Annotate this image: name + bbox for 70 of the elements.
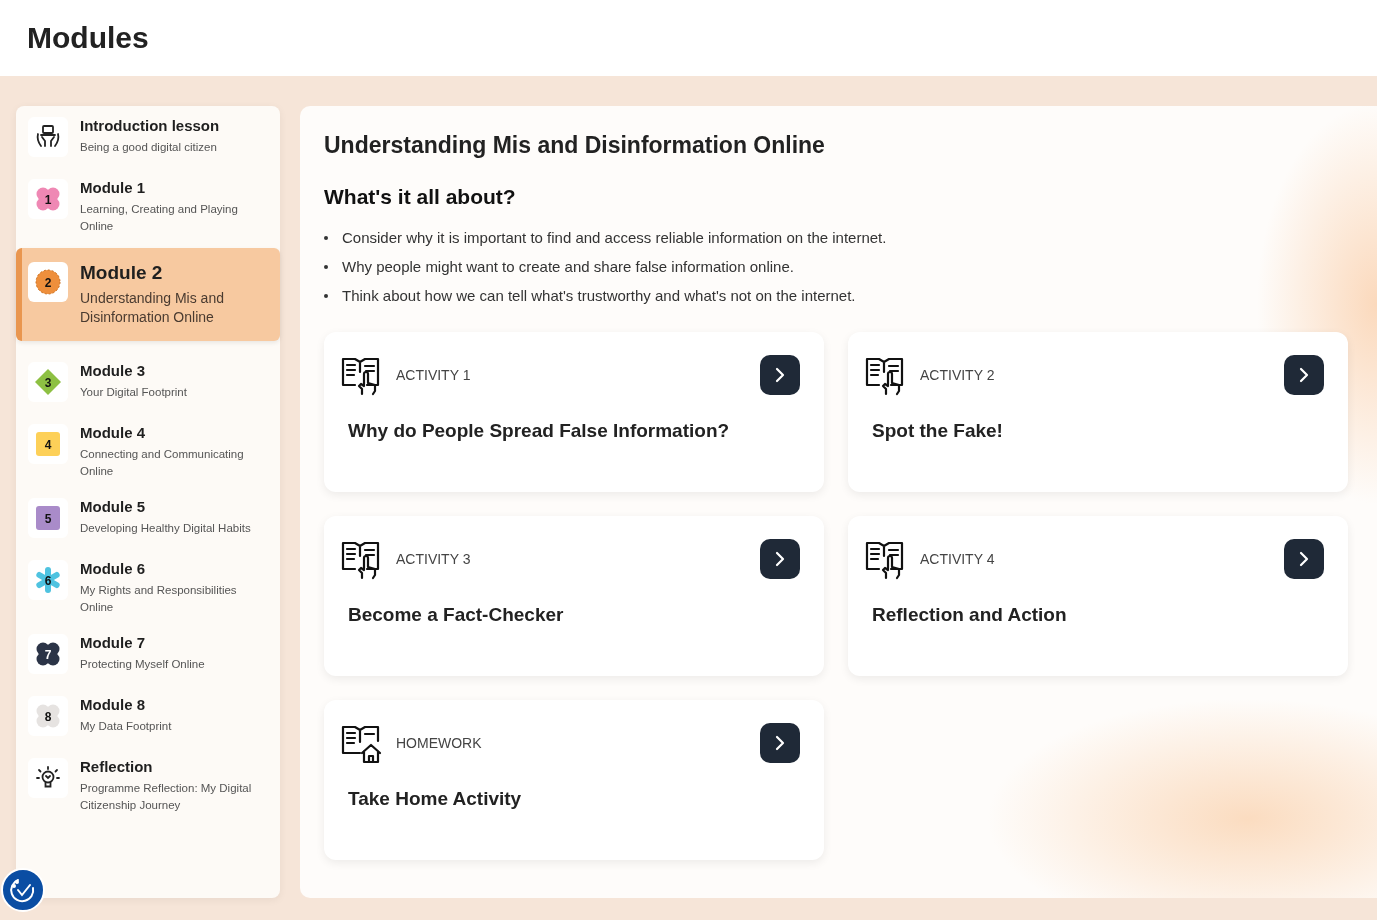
activity-label: ACTIVITY 2 xyxy=(920,367,996,383)
activity-label: HOMEWORK xyxy=(396,735,483,751)
activity-title: Become a Fact-Checker xyxy=(348,604,565,626)
bullet-icon xyxy=(324,235,328,240)
number-badge: 3 xyxy=(34,368,62,396)
activity-title: Reflection and Action xyxy=(872,604,1068,626)
module-subtitle: Programme Reflection: My Digital Citizenship Journey xyxy=(80,781,253,813)
chevron-right-icon xyxy=(774,735,786,751)
number-badge: 5 xyxy=(34,504,62,532)
activity-label: ACTIVITY 1 xyxy=(396,367,472,383)
activity-title: Why do People Spread False Information? xyxy=(348,420,731,442)
activity-title: Take Home Activity xyxy=(348,788,523,810)
activity-card[interactable]: HOMEWORK Take Home Activity xyxy=(324,700,824,860)
module-item[interactable]: 8 Module 8 My Data Footprint xyxy=(16,689,280,747)
bullet-text: Consider why it is important to find and access reliable information on the internet. xyxy=(342,229,887,246)
next-button[interactable] xyxy=(760,539,800,579)
module-title: Module 4 xyxy=(80,424,146,441)
next-button[interactable] xyxy=(1284,355,1324,395)
chevron-right-icon xyxy=(1298,367,1310,383)
next-button[interactable] xyxy=(760,355,800,395)
page-title: Modules xyxy=(27,21,149,55)
module-item[interactable]: Reflection Programme Reflection: My Digital Citizenship Journey xyxy=(16,751,280,821)
bullet-text: Why people might want to create and share false information online. xyxy=(342,258,794,275)
activity-label: ACTIVITY 4 xyxy=(920,551,996,567)
module-item[interactable]: 5 Module 5 Developing Healthy Digital Habits xyxy=(16,491,280,549)
activity-label: ACTIVITY 3 xyxy=(396,551,472,567)
activity-card[interactable]: ACTIVITY 1 Why do People Spread False Information? xyxy=(324,332,824,492)
module-subtitle: Protecting Myself Online xyxy=(80,657,205,672)
module-subtitle: Learning, Creating and Playing Online xyxy=(80,202,239,234)
bullet-text: Think about how we can tell what's trustworthy and what's not on the internet. xyxy=(342,287,856,304)
chevron-right-icon xyxy=(774,367,786,383)
activity-card[interactable]: ACTIVITY 2 Spot the Fake! xyxy=(848,332,1348,492)
module-item[interactable]: 2 Module 2 Understanding Mis and Disinformation Online xyxy=(16,248,280,341)
module-subtitle: Connecting and Communicating Online xyxy=(80,447,245,479)
next-button[interactable] xyxy=(760,723,800,763)
module-title: Reflection xyxy=(80,758,154,775)
module-item[interactable]: 7 Module 7 Protecting Myself Online xyxy=(16,627,280,685)
module-title: Module 1 xyxy=(80,179,146,196)
module-title: Module 8 xyxy=(80,696,146,713)
chevron-right-icon xyxy=(1298,551,1310,567)
module-title: Module 2 xyxy=(80,262,164,284)
accessibility-button[interactable] xyxy=(1,868,45,912)
number-badge: 2 xyxy=(34,268,62,296)
laptop-hands-icon xyxy=(35,124,61,150)
chevron-right-icon xyxy=(774,551,786,567)
module-title: Module 7 xyxy=(80,634,146,651)
module-item[interactable]: 4 Module 4 Connecting and Communicating Online xyxy=(16,417,280,487)
section-heading: What's it all about? xyxy=(324,185,517,209)
module-subtitle: Being a good digital citizen xyxy=(80,140,218,155)
activity-title: Spot the Fake! xyxy=(872,420,1004,442)
module-subtitle: My Rights and Responsibilities Online xyxy=(80,583,238,615)
module-subtitle: Your Digital Footprint xyxy=(80,385,187,400)
module-title: Introduction lesson xyxy=(80,117,220,134)
next-button[interactable] xyxy=(1284,539,1324,579)
module-item[interactable]: Introduction lesson Being a good digital citizen xyxy=(16,110,280,168)
module-item[interactable]: 1 Module 1 Learning, Creating and Playing Online xyxy=(16,172,280,242)
bullet-icon xyxy=(324,264,328,269)
bullet-icon xyxy=(324,293,328,298)
module-title: Module 5 xyxy=(80,498,146,515)
module-heading: Understanding Mis and Disinformation Online xyxy=(324,132,826,159)
module-subtitle: My Data Footprint xyxy=(80,719,172,734)
activity-card[interactable]: ACTIVITY 3 Become a Fact-Checker xyxy=(324,516,824,676)
module-item[interactable]: 3 Module 3 Your Digital Footprint xyxy=(16,355,280,413)
module-title: Module 6 xyxy=(80,560,146,577)
module-subtitle: Developing Healthy Digital Habits xyxy=(80,521,251,536)
number-badge: 4 xyxy=(34,430,62,458)
module-item[interactable]: 6 Module 6 My Rights and Responsibilities Online xyxy=(16,553,280,623)
module-subtitle: Understanding Mis and Disinformation Online xyxy=(80,289,225,327)
module-title: Module 3 xyxy=(80,362,146,379)
activity-card[interactable]: ACTIVITY 4 Reflection and Action xyxy=(848,516,1348,676)
